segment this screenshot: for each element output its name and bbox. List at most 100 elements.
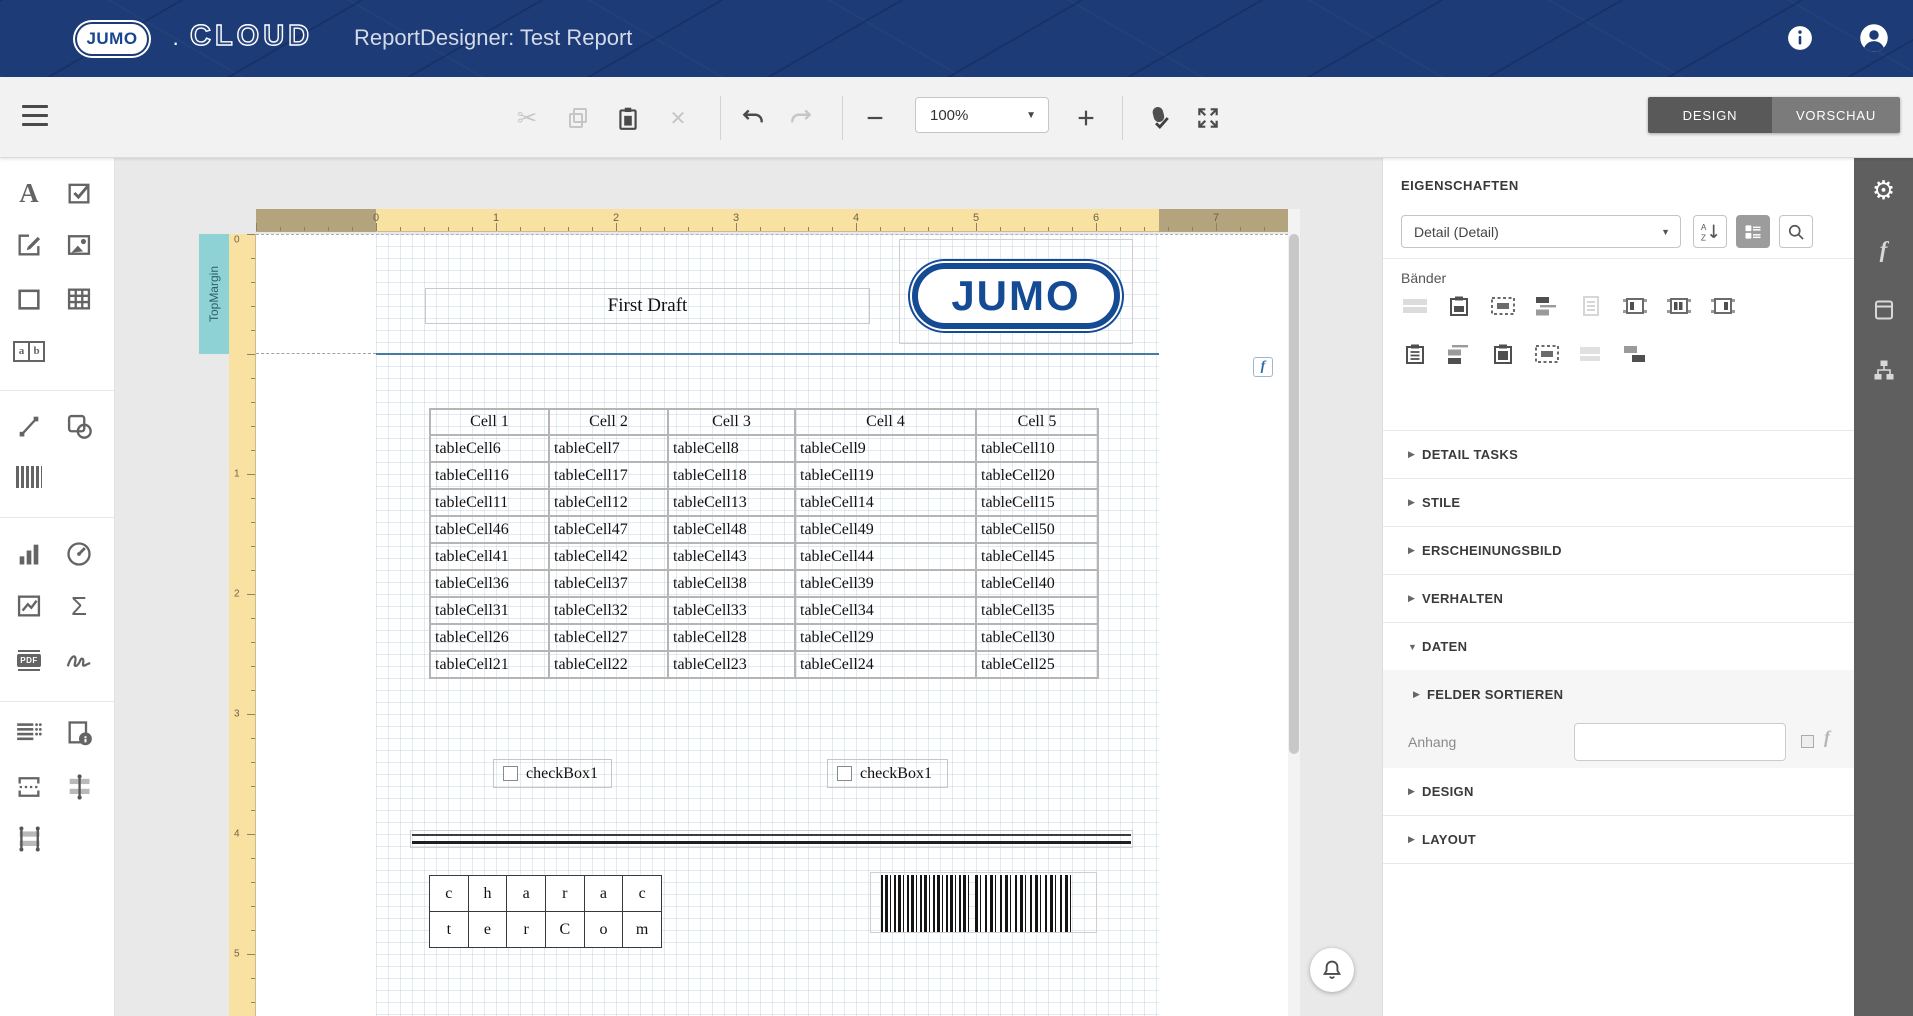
preview-button[interactable]: VORSCHAU (1772, 97, 1900, 133)
section-felder-sortieren[interactable]: ▶ FELDER SORTIEREN (1383, 670, 1855, 718)
validate-icon[interactable] (1141, 100, 1177, 136)
band-icon-detail-report-2[interactable] (1665, 294, 1693, 318)
subreport-tool-icon[interactable] (10, 714, 48, 752)
comb-cell[interactable]: a (506, 875, 546, 912)
table-cell[interactable]: tableCell29 (794, 623, 977, 652)
line-element[interactable] (410, 830, 1133, 848)
table-cell[interactable]: tableCell44 (794, 542, 977, 571)
label-tool-icon[interactable]: A (10, 174, 48, 212)
expression-fx-button[interactable]: f (1253, 357, 1273, 377)
table-cell[interactable]: tableCell17 (548, 461, 669, 490)
anhang-input[interactable] (1574, 723, 1786, 761)
table-row[interactable]: tableCell36 tableCell37 tableCell38 tableCe… (429, 569, 1099, 598)
sum-tool-icon[interactable]: Σ (60, 587, 98, 625)
search-button[interactable] (1779, 215, 1813, 248)
table-row[interactable]: tableCell6 tableCell7 tableCell8 tableCell9… (429, 434, 1099, 463)
anhang-checkbox[interactable] (1801, 735, 1814, 748)
band-icon-detail-report-3[interactable] (1709, 294, 1737, 318)
table-cell[interactable]: tableCell24 (794, 650, 977, 679)
band-separator[interactable] (376, 353, 1159, 355)
logo-picture-box[interactable]: JUMO (899, 239, 1133, 344)
table-header-cell[interactable]: Cell 3 (667, 408, 796, 436)
table-cell[interactable]: tableCell39 (794, 569, 977, 598)
table-cell[interactable]: tableCell35 (975, 596, 1099, 625)
band-icon-page-header[interactable] (1489, 342, 1517, 366)
table-cell[interactable]: tableCell8 (667, 434, 796, 463)
scrollbar-thumb[interactable] (1289, 234, 1299, 754)
table-row[interactable]: tableCell46 tableCell47 tableCell48 tableCe… (429, 515, 1099, 544)
pdf-content-tool-icon[interactable]: PDF (10, 641, 48, 679)
page-break-tool-icon[interactable] (10, 768, 48, 806)
sparkline-tool-icon[interactable] (10, 587, 48, 625)
table-cell[interactable]: tableCell7 (548, 434, 669, 463)
table-cell[interactable]: tableCell12 (548, 488, 669, 517)
comb-cell[interactable]: e (467, 911, 508, 948)
table-cell[interactable]: tableCell46 (429, 515, 550, 544)
band-icon-page-footer[interactable] (1533, 342, 1561, 366)
table-cell[interactable]: tableCell16 (429, 461, 550, 490)
menu-icon[interactable] (22, 105, 48, 126)
table-cell[interactable]: tableCell38 (667, 569, 796, 598)
delete-icon[interactable]: ✕ (660, 100, 696, 136)
table-row[interactable]: tableCell31 tableCell32 tableCell33 tableCe… (429, 596, 1099, 625)
comb-cell[interactable]: r (544, 875, 585, 912)
table-row[interactable]: tableCell21 tableCell22 tableCell23 tableCe… (429, 650, 1099, 679)
table-row[interactable]: tableCell11 tableCell12 tableCell13 tableCe… (429, 488, 1099, 517)
table-cell[interactable]: tableCell25 (975, 650, 1099, 679)
table-cell[interactable]: tableCell23 (667, 650, 796, 679)
paste-icon[interactable] (610, 100, 646, 136)
band-icon-group-header[interactable] (1533, 294, 1561, 318)
table-cell[interactable]: tableCell21 (429, 650, 550, 679)
table-cell[interactable]: tableCell34 (794, 596, 977, 625)
band-icon-bottom-margin[interactable] (1577, 342, 1605, 366)
table-cell[interactable]: tableCell49 (794, 515, 977, 544)
comb-cell[interactable]: a (583, 875, 624, 912)
table-cell[interactable]: tableCell28 (667, 623, 796, 652)
zoom-in-icon[interactable] (1068, 100, 1104, 136)
comb-cell[interactable]: h (467, 875, 508, 912)
character-comb-element[interactable]: characterCom (429, 875, 662, 948)
table-cell[interactable]: tableCell48 (667, 515, 796, 544)
comb-cell[interactable]: t (429, 911, 469, 948)
section-daten[interactable]: ▼ DATEN (1383, 623, 1855, 671)
table-row[interactable]: tableCell16 tableCell17 tableCell18 tableCe… (429, 461, 1099, 490)
table-cell[interactable]: tableCell22 (548, 650, 669, 679)
table-header-cell[interactable]: Cell 2 (548, 408, 669, 436)
richtext-tool-icon[interactable] (10, 226, 48, 264)
table-cell[interactable]: tableCell47 (548, 515, 669, 544)
expressions-fx-icon[interactable]: f (1854, 220, 1913, 279)
table-cell[interactable]: tableCell41 (429, 542, 550, 571)
table-cell[interactable]: tableCell43 (667, 542, 796, 571)
comb-cell[interactable]: r (506, 911, 546, 948)
table-cell[interactable]: tableCell11 (429, 488, 550, 517)
zoom-out-icon[interactable] (857, 100, 893, 136)
table-cell[interactable]: tableCell30 (975, 623, 1099, 652)
table-cell[interactable]: tableCell6 (429, 434, 550, 463)
table-header-row[interactable]: Cell 1 Cell 2 Cell 3 Cell 4 Cell 5 (429, 408, 1099, 436)
report-table[interactable]: Cell 1 Cell 2 Cell 3 Cell 4 Cell 5 tableCell6… (429, 408, 1099, 679)
anhang-fx-icon[interactable]: f (1824, 727, 1830, 748)
table-cell[interactable]: tableCell42 (548, 542, 669, 571)
table-row[interactable]: tableCell26 tableCell27 tableCell28 tableCe… (429, 623, 1099, 652)
table-cell[interactable]: tableCell33 (667, 596, 796, 625)
table-header-cell[interactable]: Cell 5 (975, 408, 1099, 436)
report-structure-icon[interactable] (1854, 340, 1913, 399)
table-header-cell[interactable]: Cell 4 (794, 408, 977, 436)
design-button[interactable]: DESIGN (1648, 97, 1772, 133)
comb-cell[interactable]: m (622, 911, 662, 948)
table-cell[interactable]: tableCell19 (794, 461, 977, 490)
band-icon-detail[interactable] (1489, 294, 1517, 318)
table-cell[interactable]: tableCell27 (548, 623, 669, 652)
chart-tool-icon[interactable] (10, 535, 48, 573)
section-verhalten[interactable]: ▶ VERHALTEN (1383, 575, 1855, 623)
table-cell[interactable]: tableCell18 (667, 461, 796, 490)
line-tool-icon[interactable] (10, 407, 48, 445)
cut-icon[interactable]: ✂ (509, 100, 545, 136)
cross-band-box-tool-icon[interactable] (10, 820, 48, 858)
band-icon-group-footer[interactable] (1445, 342, 1473, 366)
fullscreen-icon[interactable] (1190, 100, 1226, 136)
design-canvas[interactable]: 0 1 2 3 4 5 6 7 TopMargin 0 1 2 3 4 5 First Draft JU… (115, 158, 1382, 1016)
shape-tool-icon[interactable] (60, 407, 98, 445)
element-selector-dropdown[interactable]: Detail (Detail) ▼ (1401, 215, 1681, 248)
checkbox-tool-icon[interactable] (60, 174, 98, 212)
